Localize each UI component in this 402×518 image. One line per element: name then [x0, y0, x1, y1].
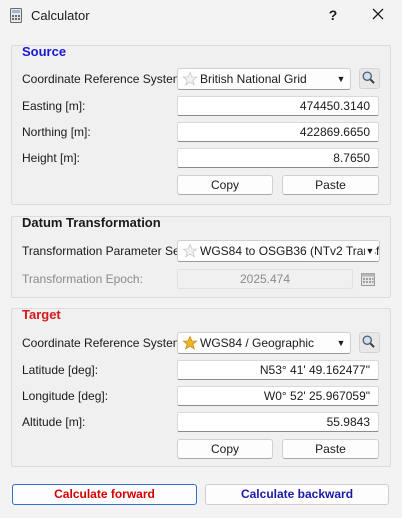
- target-paste-button[interactable]: Paste: [282, 439, 379, 459]
- latitude-label: Latitude [deg]:: [22, 363, 99, 377]
- height-label: Height [m]:: [22, 151, 81, 165]
- target-crs-value: WGS84 / Geographic: [200, 336, 315, 350]
- chevron-down-icon: ▼: [336, 72, 346, 86]
- altitude-label: Altitude [m]:: [22, 415, 86, 429]
- source-crs-value: British National Grid: [200, 72, 307, 86]
- source-paste-button[interactable]: Paste: [282, 175, 379, 195]
- datum-title: Datum Transformation: [22, 215, 161, 230]
- altitude-field[interactable]: 55.9843: [177, 412, 379, 432]
- star-outline-icon: [182, 71, 198, 86]
- source-crs-search-button[interactable]: [359, 68, 380, 89]
- source-copy-button[interactable]: Copy: [177, 175, 273, 195]
- star-outline-icon: [182, 243, 198, 258]
- target-group: Target Coordinate Reference System: WGS8…: [11, 307, 391, 467]
- target-title: Target: [22, 307, 61, 322]
- northing-field[interactable]: 422869.6650: [177, 122, 379, 142]
- search-icon: [362, 335, 375, 348]
- transformation-parameter-value: WGS84 to OSGB36 (NTv2 Transformation): [200, 244, 380, 258]
- transformation-parameter-select[interactable]: WGS84 to OSGB36 (NTv2 Transformation) ▼: [177, 240, 380, 262]
- calendar-icon: [361, 273, 375, 286]
- northing-label: Northing [m]:: [22, 125, 91, 139]
- source-crs-label: Coordinate Reference System:: [22, 72, 187, 86]
- calculate-backward-button[interactable]: Calculate backward: [205, 484, 389, 505]
- title-bar: Calculator ?: [0, 0, 402, 32]
- easting-label: Easting [m]:: [22, 99, 86, 113]
- help-button[interactable]: ?: [322, 4, 344, 26]
- chevron-down-icon: ▼: [365, 244, 375, 258]
- easting-field[interactable]: 474450.3140: [177, 96, 379, 116]
- longitude-field[interactable]: W0° 52' 25.967059": [177, 386, 379, 406]
- search-icon: [362, 71, 375, 84]
- source-title: Source: [22, 44, 67, 59]
- source-crs-select[interactable]: British National Grid ▼: [177, 68, 351, 90]
- target-crs-search-button[interactable]: [359, 332, 380, 353]
- longitude-label: Longitude [deg]:: [22, 389, 109, 403]
- source-group: Source Coordinate Reference System: Brit…: [11, 44, 391, 205]
- transformation-parameter-label: Transformation Parameter Set:: [22, 244, 187, 258]
- star-filled-icon: [182, 335, 198, 350]
- chevron-down-icon: ▼: [336, 336, 346, 350]
- latitude-field[interactable]: N53° 41' 49.162477": [177, 360, 379, 380]
- target-crs-select[interactable]: WGS84 / Geographic ▼: [177, 332, 351, 354]
- target-copy-button[interactable]: Copy: [177, 439, 273, 459]
- datum-group: Datum Transformation Transformation Para…: [11, 215, 391, 298]
- transformation-epoch-field: 2025.474: [177, 269, 353, 289]
- calculate-forward-button[interactable]: Calculate forward: [12, 484, 197, 505]
- transformation-epoch-label: Transformation Epoch:: [22, 272, 143, 286]
- calculator-icon: [10, 8, 22, 23]
- close-icon[interactable]: [365, 4, 391, 26]
- height-field[interactable]: 8.7650: [177, 148, 379, 168]
- target-crs-label: Coordinate Reference System:: [22, 336, 187, 350]
- window-title: Calculator: [31, 8, 90, 23]
